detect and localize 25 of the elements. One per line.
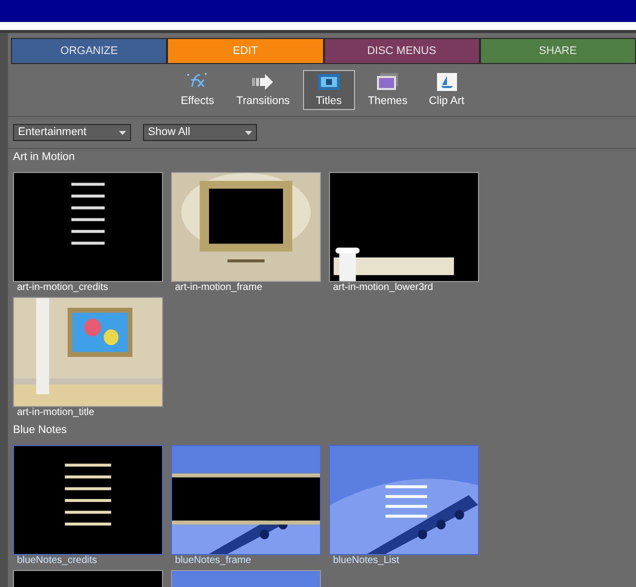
tab[interactable]: DISC MENUS [324,38,480,64]
caret-icon [119,130,126,134]
sailboat-icon [436,72,457,90]
tab[interactable]: ORGANIZE [11,38,168,64]
stacked-frames-icon [376,72,400,90]
thumbnail-label: art-in-motion_credits [16,282,110,294]
thumbnail-label: art-in-motion_frame [174,282,264,294]
thumbnail-label: blueNotes_credits [16,555,98,567]
dropdown[interactable]: Entertainment [13,124,131,141]
section-title: Art in Motion [13,150,76,165]
thumbnail-label: art-in-motion_title [16,407,96,419]
filmstrip-icon [318,72,340,90]
toolbar-button[interactable]: Effects [171,70,224,110]
thumbnail-label: blueNotes_frame [174,555,252,567]
section-title: Blue Notes [13,423,68,438]
caret-icon [245,130,252,134]
toolbar-button[interactable]: Transitions [229,70,297,110]
dropdown[interactable]: Show All [143,124,257,141]
thumbnail-label: art-in-motion_lower3rd [332,282,434,294]
toolbar-button[interactable]: Titles [302,70,355,110]
toolbar-button[interactable]: Clip Art [420,70,473,110]
thumbnail-label: blueNotes_List [332,555,400,567]
tab[interactable]: SHARE [480,38,636,64]
arrow-icon [252,72,274,90]
toolbar-button[interactable]: Themes [360,70,415,110]
